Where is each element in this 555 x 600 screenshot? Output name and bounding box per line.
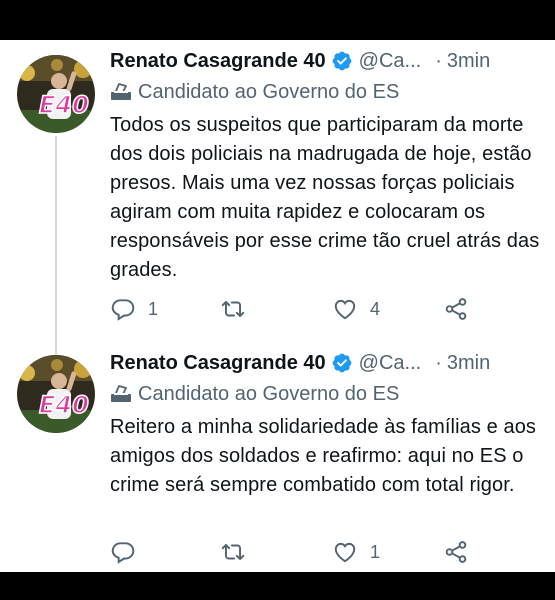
tweet-actions: 1 4 (110, 295, 555, 323)
author-handle[interactable]: @Ca... (359, 352, 422, 375)
avatar-logo-text: E40 (39, 391, 89, 419)
reply-icon (111, 542, 135, 564)
verified-badge-icon (332, 353, 352, 373)
tweet-actions: 1 (110, 538, 555, 566)
bottom-letterbox (0, 572, 555, 600)
tweet-header: Renato Casagrande 40 @Ca... · 3min (110, 46, 543, 76)
account-label: Candidato ao Governo do ES (110, 77, 543, 107)
reply-count: 1 (148, 298, 159, 319)
reply-button[interactable] (110, 538, 148, 566)
retweet-button[interactable] (220, 538, 258, 566)
share-icon (445, 298, 467, 320)
author-name[interactable]: Renato Casagrande 40 (110, 352, 326, 375)
reply-icon (111, 299, 135, 321)
separator-dot: · (435, 351, 442, 374)
retweet-button[interactable] (220, 295, 258, 323)
tweet-header: Renato Casagrande 40 @Ca... · 3min (110, 348, 543, 378)
avatar[interactable]: E40 (17, 355, 95, 433)
account-label: Candidato ao Governo do ES (110, 379, 543, 409)
account-label-text: Candidato ao Governo do ES (138, 80, 400, 103)
thread-connector (55, 136, 57, 386)
share-button[interactable] (443, 295, 469, 323)
account-label-text: Candidato ao Governo do ES (138, 382, 400, 405)
ballot-box-icon (111, 83, 131, 100)
tweet-body: Renato Casagrande 40 @Ca... · 3min Candi… (110, 348, 543, 500)
author-handle[interactable]: @Ca... (359, 50, 422, 73)
like-button[interactable]: 1 (332, 538, 380, 566)
like-count: 4 (370, 298, 381, 319)
share-button[interactable] (443, 538, 469, 566)
avatar[interactable]: E40 (17, 55, 95, 133)
tweet-text: Reitero a minha solidariedade às família… (110, 416, 537, 496)
author-name[interactable]: Renato Casagrande 40 (110, 50, 326, 73)
top-letterbox (0, 0, 555, 40)
retweet-icon (221, 300, 245, 318)
like-button[interactable]: 4 (332, 295, 380, 323)
like-count: 1 (370, 541, 381, 562)
like-icon (334, 299, 356, 320)
retweet-icon (221, 543, 245, 561)
verified-badge-icon (332, 51, 352, 71)
separator-dot: · (435, 49, 442, 72)
timestamp[interactable]: 3min (447, 352, 490, 375)
reply-button[interactable]: 1 (110, 295, 158, 323)
share-icon (445, 541, 467, 563)
ballot-box-icon (111, 385, 131, 402)
timeline: E40 Renato Casagrande 40 @Ca... · 3min C… (0, 40, 555, 572)
tweet-body: Renato Casagrande 40 @Ca... · 3min Candi… (110, 46, 543, 285)
avatar-logo-text: E40 (39, 91, 89, 119)
like-icon (334, 542, 356, 563)
tweet-text: Todos os suspeitos que participaram da m… (110, 114, 540, 281)
timestamp[interactable]: 3min (447, 50, 490, 73)
